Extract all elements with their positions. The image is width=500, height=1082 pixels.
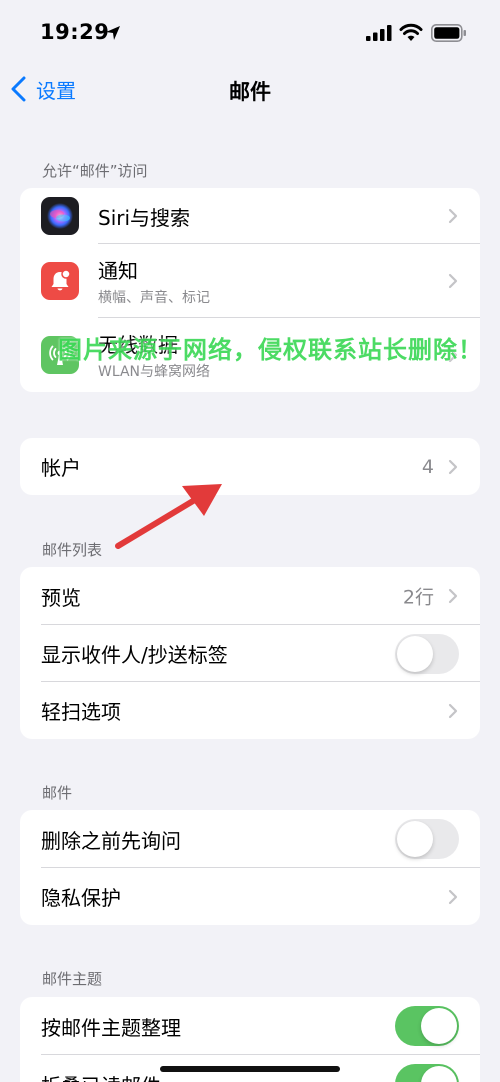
row-accounts[interactable]: 帐户 4	[20, 438, 480, 495]
message-list-group: 预览 2行 显示收件人/抄送标签 轻扫选项	[20, 567, 480, 739]
notifications-label: 通知	[98, 259, 138, 283]
toggle-knob	[421, 1066, 457, 1082]
collapse-read-toggle[interactable]	[395, 1064, 459, 1082]
accounts-group: 帐户 4	[20, 438, 480, 495]
watermark-text: 图片来源于网络，侵权联系站长删除！	[58, 336, 483, 364]
row-ask-before-delete: 删除之前先询问	[20, 810, 480, 868]
row-privacy-protection[interactable]: 隐私保护	[20, 868, 480, 925]
row-preview[interactable]: 预览 2行	[20, 567, 480, 625]
ask-before-delete-label: 删除之前先询问	[41, 828, 181, 853]
accounts-label: 帐户	[41, 456, 81, 480]
organize-by-thread-label: 按邮件主题整理	[41, 1015, 181, 1040]
home-indicator	[160, 1066, 340, 1072]
accounts-count: 4	[421, 455, 434, 478]
chevron-right-icon	[448, 273, 458, 289]
toggle-knob	[397, 635, 433, 672]
privacy-protection-label: 隐私保护	[41, 886, 121, 910]
siri-icon	[41, 197, 79, 235]
row-notifications[interactable]: 通知 横幅、声音、标记	[20, 244, 480, 318]
chevron-right-icon	[448, 459, 458, 474]
row-show-to-cc: 显示收件人/抄送标签	[20, 625, 480, 682]
row-swipe-options[interactable]: 轻扫选项	[20, 682, 480, 739]
siri-search-label: Siri与搜索	[98, 205, 191, 230]
navigation-bar: 设置 邮件	[0, 66, 500, 112]
toggle-knob	[421, 1008, 457, 1044]
cellular-signal-icon	[366, 25, 392, 41]
section-header-threading: 邮件主题	[42, 970, 103, 988]
swipe-options-label: 轻扫选项	[41, 700, 121, 724]
status-time: 19:29	[40, 20, 110, 44]
section-header-allow-access: 允许“邮件”访问	[42, 162, 148, 180]
organize-by-thread-toggle[interactable]	[395, 1006, 459, 1046]
ask-before-delete-toggle[interactable]	[395, 819, 459, 859]
red-arrow-annotation	[115, 484, 222, 549]
collapse-read-label: 折叠已读邮件	[41, 1070, 161, 1082]
preview-label: 预览	[41, 585, 81, 610]
chevron-right-icon	[448, 208, 458, 224]
preview-value: 2行	[402, 586, 434, 609]
page-title: 邮件	[229, 80, 271, 104]
chevron-right-icon	[448, 889, 458, 904]
section-header-messages: 邮件	[42, 784, 73, 802]
section-header-message-list: 邮件列表	[42, 541, 103, 559]
chevron-right-icon	[448, 703, 458, 718]
chevron-right-icon	[448, 588, 458, 604]
row-siri-search[interactable]: Siri与搜索	[20, 188, 480, 244]
toggle-knob	[397, 821, 433, 857]
messages-group: 删除之前先询问 隐私保护	[20, 810, 480, 925]
bell-icon	[41, 262, 79, 300]
notifications-subtitle: 横幅、声音、标记	[98, 290, 210, 306]
location-arrow-icon	[106, 26, 120, 40]
wifi-icon	[399, 23, 423, 41]
row-organize-by-thread: 按邮件主题整理	[20, 997, 480, 1055]
show-to-cc-label: 显示收件人/抄送标签	[41, 643, 228, 667]
show-to-cc-toggle[interactable]	[395, 633, 459, 674]
status-bar: 19:29	[0, 0, 500, 66]
battery-icon	[431, 24, 466, 42]
